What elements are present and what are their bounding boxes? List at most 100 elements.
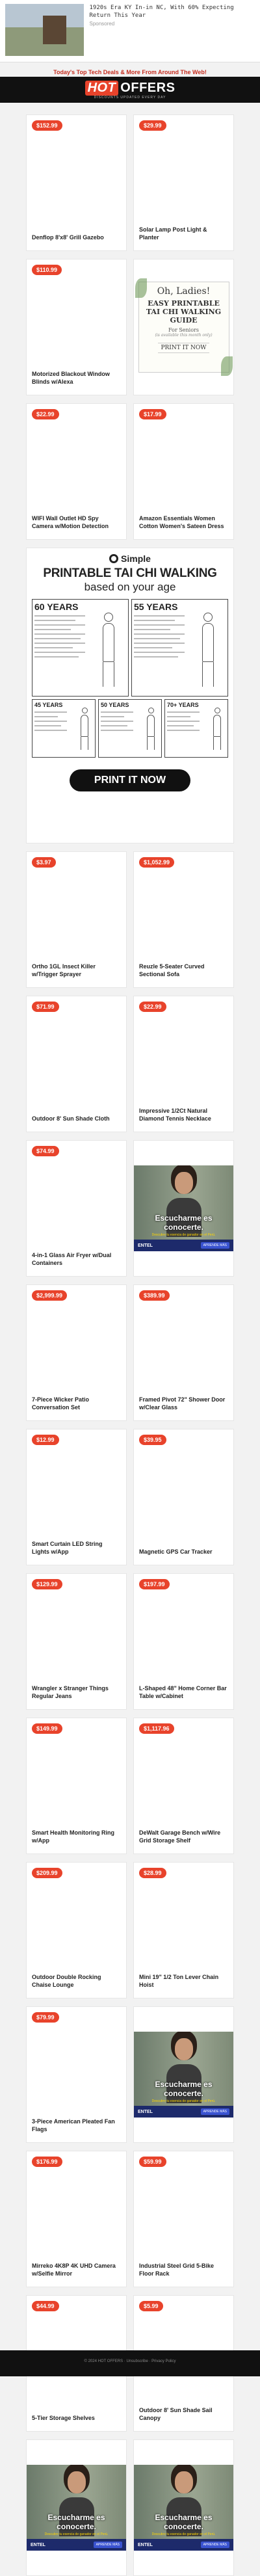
age-chart: 50 YEARS	[98, 699, 162, 758]
tai-chi-ad-card[interactable]: Oh, Ladies! EASY PRINTABLE TAI CHI WALKI…	[133, 259, 234, 395]
age-charts-top: 60 YEARS 55 YEARS	[32, 599, 228, 697]
product-name[interactable]: Amazon Essentials Women Cotton Women's S…	[139, 514, 228, 530]
product-name[interactable]: Reuzle 5-Seater Curved Sectional Sofa	[139, 963, 228, 978]
price-badge: $28.99	[139, 1868, 166, 1878]
ad-thumbnail[interactable]	[5, 4, 84, 56]
product-name[interactable]: Ortho 1GL Insect Killer w/Trigger Spraye…	[32, 963, 121, 978]
product-card[interactable]: $110.99 Motorized Blackout Window Blinds…	[26, 259, 127, 395]
product-name[interactable]: Impressive 1/2Ct Natural Diamond Tennis …	[139, 1107, 228, 1122]
product-name[interactable]: Framed Pivot 72" Shower Door w/Clear Gla…	[139, 1396, 228, 1411]
video-ad[interactable]: Escucharme es conocerte. Descubre tu ese…	[134, 2032, 233, 2118]
product-card[interactable]: $59.99 Industrial Steel Grid 5-Bike Floo…	[133, 2151, 234, 2287]
simple-logo-icon	[109, 554, 119, 563]
product-name[interactable]: Wrangler x Stranger Things Regular Jeans	[32, 1684, 121, 1700]
figure-icon	[143, 708, 159, 753]
product-card[interactable]: $2,999.99 7-Piece Wicker Patio Conversat…	[26, 1284, 127, 1421]
video-subcaption: Descubre tu esencia de ganador en el Per…	[44, 2532, 109, 2536]
product-name[interactable]: Smart Health Monitoring Ring w/App	[32, 1829, 121, 1844]
product-card[interactable]: $71.99 Outdoor 8' Sun Shade Cloth	[26, 996, 127, 1132]
product-card[interactable]: $22.99 WIFI Wall Outlet HD Spy Camera w/…	[26, 403, 127, 540]
price-badge: $5.99	[139, 2301, 163, 2311]
price-badge: $176.99	[32, 2157, 62, 2167]
product-name[interactable]: Outdoor Double Rocking Chaise Lounge	[32, 1973, 121, 1989]
video-subcaption: Descubre tu esencia de ganador en el Per…	[151, 1233, 216, 1237]
product-name[interactable]: 4-in-1 Glass Air Fryer w/Dual Containers	[32, 1251, 121, 1267]
video-ad[interactable]: Escucharme es conocerte. Descubre tu ese…	[27, 2465, 126, 2551]
learn-more-button[interactable]: APRENDE MÁS	[200, 2542, 229, 2548]
print-it-now-button[interactable]: PRINT IT NOW	[69, 769, 191, 791]
ad-headline[interactable]: 1920s Era KY In-in NC, With 60% Expectin…	[89, 4, 255, 20]
price-badge: $389.99	[139, 1290, 170, 1301]
product-name[interactable]: Denflop 8'x8' Grill Gazebo	[32, 233, 121, 241]
product-card[interactable]: $1,052.99 Reuzle 5-Seater Curved Section…	[133, 851, 234, 988]
video-ad[interactable]: Escucharme es conocerte. Descubre tu ese…	[134, 1165, 233, 1251]
page: 1920s Era KY In-in NC, With 60% Expectin…	[0, 0, 260, 2576]
price-badge: $22.99	[32, 409, 59, 419]
product-name[interactable]: L-Shaped 48" Home Corner Bar Table w/Cab…	[139, 1684, 228, 1700]
product-card[interactable]: $39.95 Magnetic GPS Car Tracker	[133, 1429, 234, 1565]
video-subcaption: Descubre tu esencia de ganador en el Per…	[151, 2532, 216, 2536]
product-name[interactable]: Solar Lamp Post Light & Planter	[139, 226, 228, 241]
hot-offers-logo[interactable]: HOT OFFERS	[84, 80, 176, 96]
product-name[interactable]: Industrial Steel Grid 5-Bike Floor Rack	[139, 2262, 228, 2277]
product-name[interactable]: 7-Piece Wicker Patio Conversation Set	[32, 1396, 121, 1411]
product-card[interactable]: $389.99 Framed Pivot 72" Shower Door w/C…	[133, 1284, 234, 1421]
video-ad-card[interactable]: Escucharme es conocerte. Descubre tu ese…	[133, 2439, 234, 2576]
product-card[interactable]: $152.99 Denflop 8'x8' Grill Gazebo	[26, 114, 127, 251]
price-badge: $2,999.99	[32, 1290, 68, 1301]
ad-title: PRINTABLE TAI CHI WALKING	[43, 566, 217, 580]
product-name[interactable]: 5-Tier Storage Shelves	[32, 2414, 121, 2422]
product-grid-2: $3.97 Ortho 1GL Insect Killer w/Trigger …	[0, 843, 260, 2576]
product-card[interactable]: $12.99 Smart Curtain LED String Lights w…	[26, 1429, 127, 1565]
age-chart: 70+ YEARS	[164, 699, 228, 758]
price-badge: $59.99	[139, 2157, 166, 2167]
product-card[interactable]: $3.97 Ortho 1GL Insect Killer w/Trigger …	[26, 851, 127, 988]
print-link[interactable]: PRINT IT NOW	[158, 343, 209, 353]
figure-icon	[96, 613, 122, 691]
product-card[interactable]: $129.99 Wrangler x Stranger Things Regul…	[26, 1573, 127, 1710]
ad-sponsor: Sponsored	[89, 21, 115, 27]
product-card[interactable]: $209.99 Outdoor Double Rocking Chaise Lo…	[26, 1862, 127, 1998]
product-card[interactable]: $74.99 4-in-1 Glass Air Fryer w/Dual Con…	[26, 1140, 127, 1277]
product-name[interactable]: 3-Piece American Pleated Fan Flags	[32, 2118, 121, 2133]
product-name[interactable]: Magnetic GPS Car Tracker	[139, 1548, 228, 1556]
learn-more-button[interactable]: APRENDE MÁS	[200, 1242, 229, 1249]
tai-chi-big-ad[interactable]: Simple PRINTABLE TAI CHI WALKING based o…	[26, 548, 234, 843]
video-ad-card[interactable]: Escucharme es conocerte. Descubre tu ese…	[133, 2006, 234, 2143]
video-subcaption: Descubre tu esencia de ganador en el Per…	[151, 2099, 216, 2103]
product-card[interactable]: $17.99 Amazon Essentials Women Cotton Wo…	[133, 403, 234, 540]
product-card[interactable]: $29.99 Solar Lamp Post Light & Planter	[133, 114, 234, 251]
product-card[interactable]: $22.99 Impressive 1/2Ct Natural Diamond …	[133, 996, 234, 1132]
price-badge: $22.99	[139, 1002, 166, 1012]
product-name[interactable]: Mini 19" 1/2 Ton Lever Chain Hoist	[139, 1973, 228, 1989]
product-card[interactable]: $197.99 L-Shaped 48" Home Corner Bar Tab…	[133, 1573, 234, 1710]
product-name[interactable]: Motorized Blackout Window Blinds w/Alexa	[32, 370, 121, 386]
deals-banner: Today's Top Tech Deals & More From Aroun…	[53, 69, 207, 75]
video-caption: Escucharme es conocerte.	[155, 2513, 213, 2531]
product-card[interactable]: $1,117.96 DeWalt Garage Bench w/Wire Gri…	[133, 1718, 234, 1854]
product-card[interactable]: $79.99 3-Piece American Pleated Fan Flag…	[26, 2006, 127, 2143]
price-badge: $71.99	[32, 1002, 59, 1012]
site-header: HOT OFFERS DISCOUNTS UPDATED EVERY DAY	[0, 77, 260, 103]
learn-more-button[interactable]: APRENDE MÁS	[93, 2542, 122, 2548]
product-name[interactable]: Smart Curtain LED String Lights w/App	[32, 1540, 121, 1556]
ad-line-3: For Seniors	[168, 327, 199, 333]
product-card[interactable]: $149.99 Smart Health Monitoring Ring w/A…	[26, 1718, 127, 1854]
product-name[interactable]: WIFI Wall Outlet HD Spy Camera w/Motion …	[32, 514, 121, 530]
price-badge: $17.99	[139, 409, 166, 419]
learn-more-button[interactable]: APRENDE MÁS	[200, 2108, 229, 2115]
product-name[interactable]: Outdoor 8' Sun Shade Cloth	[32, 1115, 121, 1122]
product-name[interactable]: DeWalt Garage Bench w/Wire Grid Storage …	[139, 1829, 228, 1844]
top-ad[interactable]: 1920s Era KY In-in NC, With 60% Expectin…	[0, 0, 260, 62]
price-badge: $152.99	[32, 120, 62, 131]
product-name[interactable]: Outdoor 8' Sun Shade Sail Canopy	[139, 2406, 228, 2422]
logo-tagline: DISCOUNTS UPDATED EVERY DAY	[94, 95, 166, 100]
ad-line-1: Oh, Ladies!	[157, 286, 211, 297]
video-brand: ENTEL	[138, 2109, 153, 2114]
product-card[interactable]: $176.99 Mirreko 4K8P 4K UHD Camera w/Sel…	[26, 2151, 127, 2287]
video-ad[interactable]: Escucharme es conocerte. Descubre tu ese…	[134, 2465, 233, 2551]
product-card[interactable]: $28.99 Mini 19" 1/2 Ton Lever Chain Hois…	[133, 1862, 234, 1998]
product-name[interactable]: Mirreko 4K8P 4K UHD Camera w/Selfie Mirr…	[32, 2262, 121, 2277]
video-ad-card[interactable]: Escucharme es conocerte. Descubre tu ese…	[133, 1140, 234, 1277]
video-ad-card[interactable]: Escucharme es conocerte. Descubre tu ese…	[26, 2439, 127, 2576]
